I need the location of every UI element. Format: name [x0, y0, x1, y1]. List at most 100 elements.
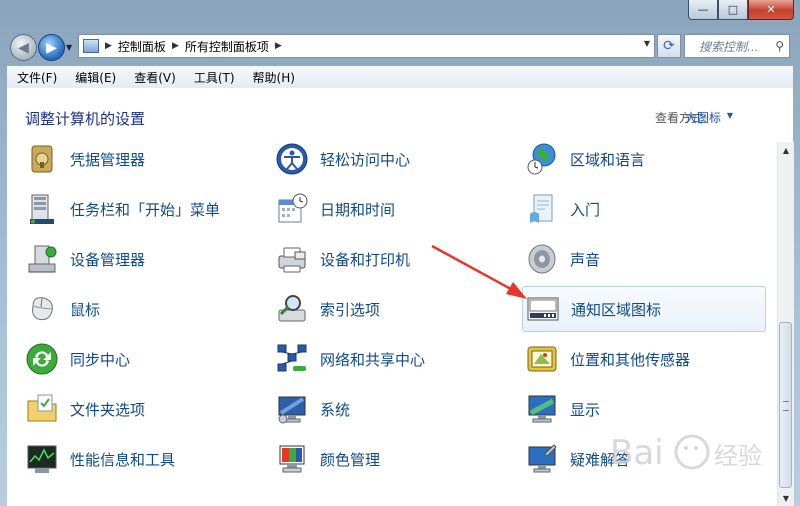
view-by-dropdown[interactable]: 大图标 — [685, 109, 721, 126]
menu-tools[interactable]: 工具(T) — [182, 69, 241, 86]
breadcrumb-separator-icon[interactable]: ▶ — [105, 41, 112, 51]
menu-edit[interactable]: 编辑(E) — [63, 69, 122, 86]
control-panel-item[interactable]: 设备管理器 — [7, 236, 247, 282]
minimize-button[interactable]: — — [688, 0, 718, 20]
control-panel-item-label: 入门 — [570, 200, 601, 219]
svg-text:经验: 经验 — [714, 442, 762, 470]
control-panel-item-label: 索引选项 — [320, 300, 381, 319]
network-icon — [275, 342, 309, 376]
control-panel-item[interactable]: 日期和时间 — [257, 186, 497, 232]
back-button[interactable]: ◀ — [10, 34, 37, 61]
control-panel-item[interactable]: 性能信息和工具 — [7, 436, 247, 482]
system-icon — [275, 392, 309, 426]
location-sensor-icon — [525, 342, 559, 376]
search-placeholder: 搜索控制... — [699, 39, 759, 54]
control-panel-item-label: 网络和共享中心 — [320, 350, 426, 369]
folder-options-icon — [25, 392, 59, 426]
breadcrumb-all-items[interactable]: 所有控制面板项 — [185, 38, 269, 55]
breadcrumb-control-panel[interactable]: 控制面板 — [118, 38, 166, 55]
forward-arrow-icon: ▶ — [46, 39, 57, 56]
baidu-watermark-logo: Bai 经验 — [610, 433, 762, 473]
control-panel-item[interactable]: 通知区域图标 — [522, 286, 766, 332]
control-panel-item-label: 文件夹选项 — [70, 400, 146, 419]
control-panel-item-label: 设备和打印机 — [320, 250, 411, 269]
control-panel-item[interactable]: 设备和打印机 — [257, 236, 497, 282]
control-panel-item-label: 颜色管理 — [320, 450, 381, 469]
control-panel-window: — □ ✕ ◀ ▶ ▼ ▶ 控制面板 ▶ 所有控制面板项 ▶ ▼ ⟳ 搜索控制.… — [0, 0, 800, 506]
device-manager-icon — [25, 242, 59, 276]
display-icon — [525, 392, 559, 426]
control-panel-item-label: 轻松访问中心 — [320, 150, 411, 169]
search-icon[interactable]: ⚲ — [775, 39, 784, 53]
control-panel-item[interactable]: 鼠标 — [7, 286, 247, 332]
control-panel-item[interactable]: 区域和语言 — [507, 142, 747, 182]
breadcrumb-separator-icon[interactable]: ▶ — [275, 41, 282, 51]
printer-icon — [275, 242, 309, 276]
page-title: 调整计算机的设置 — [25, 110, 146, 128]
speaker-icon — [525, 242, 559, 276]
control-panel-item-label: 日期和时间 — [320, 200, 396, 219]
control-panel-item[interactable]: 位置和其他传感器 — [507, 336, 747, 382]
grip-icon — [783, 401, 789, 411]
troubleshooting-icon — [525, 442, 559, 476]
scroll-down-icon[interactable]: ▼ — [778, 490, 794, 506]
forward-button[interactable]: ▶ — [38, 34, 65, 61]
control-panel-item-label: 鼠标 — [70, 300, 101, 319]
control-panel-item-label: 区域和语言 — [570, 150, 646, 169]
control-panel-item[interactable]: 索引选项 — [257, 286, 497, 332]
chevron-down-icon[interactable]: ▼ — [727, 111, 733, 120]
svg-text:Bai: Bai — [610, 433, 664, 473]
taskbar-icon — [25, 192, 59, 226]
scrollbar-thumb[interactable] — [779, 322, 792, 488]
refresh-icon: ⟳ — [663, 38, 675, 54]
close-button[interactable]: ✕ — [748, 0, 794, 20]
control-panel-item-label: 系统 — [320, 400, 351, 419]
control-panel-item[interactable]: 任务栏和「开始」菜单 — [7, 186, 247, 232]
address-dropdown-icon[interactable]: ▼ — [644, 39, 650, 48]
control-panel-item-label: 位置和其他传感器 — [570, 350, 691, 369]
color-management-icon — [275, 442, 309, 476]
recent-pages-dropdown-icon[interactable]: ▼ — [66, 43, 72, 52]
region-language-icon — [525, 142, 559, 176]
control-panel-item[interactable]: 网络和共享中心 — [257, 336, 497, 382]
breadcrumb-separator-icon[interactable]: ▶ — [172, 41, 179, 51]
back-arrow-icon: ◀ — [18, 39, 29, 56]
control-panel-item-label: 声音 — [570, 250, 601, 269]
control-panel-item[interactable]: 声音 — [507, 236, 747, 282]
control-panel-item[interactable]: 同步中心 — [7, 336, 247, 382]
scroll-up-icon[interactable]: ▲ — [778, 142, 794, 158]
address-bar[interactable]: ▶ 控制面板 ▶ 所有控制面板项 ▶ ▼ — [78, 34, 655, 58]
menu-help[interactable]: 帮助(H) — [241, 69, 301, 86]
sync-center-icon — [25, 342, 59, 376]
refresh-button[interactable]: ⟳ — [657, 34, 681, 58]
control-panel-item-label: 通知区域图标 — [571, 300, 662, 319]
control-panel-item[interactable]: 文件夹选项 — [7, 386, 247, 432]
control-panel-item[interactable]: 入门 — [507, 186, 747, 232]
mouse-icon — [25, 292, 59, 326]
notification-area-icon — [526, 292, 560, 326]
credential-manager-icon — [25, 142, 59, 176]
control-panel-item[interactable]: 轻松访问中心 — [257, 142, 497, 182]
index-search-icon — [275, 292, 309, 326]
control-panel-item-label: 设备管理器 — [70, 250, 146, 269]
navigation-bar: ◀ ▶ ▼ ▶ 控制面板 ▶ 所有控制面板项 ▶ ▼ ⟳ 搜索控制... ⚲ — [0, 30, 800, 64]
ease-of-access-icon — [275, 142, 309, 176]
menu-file[interactable]: 文件(F) — [7, 69, 63, 86]
control-panel-item-label: 任务栏和「开始」菜单 — [70, 200, 221, 219]
control-panel-item-label: 凭据管理器 — [70, 150, 146, 169]
date-time-icon — [275, 192, 309, 226]
window-controls: — □ ✕ — [688, 0, 794, 20]
performance-icon — [25, 442, 59, 476]
control-panel-item[interactable]: 凭据管理器 — [7, 142, 247, 182]
control-panel-item[interactable]: 颜色管理 — [257, 436, 497, 482]
title-bar: — □ ✕ — [0, 0, 800, 30]
control-panel-item-label: 同步中心 — [70, 350, 131, 369]
control-panel-item[interactable]: 系统 — [257, 386, 497, 432]
control-panel-item-label: 性能信息和工具 — [70, 450, 176, 469]
control-panel-icon — [83, 39, 99, 53]
search-input[interactable]: 搜索控制... ⚲ — [684, 34, 790, 58]
maximize-button[interactable]: □ — [718, 0, 748, 20]
menu-bar: 文件(F) 编辑(E) 查看(V) 工具(T) 帮助(H) — [7, 66, 793, 89]
menu-view[interactable]: 查看(V) — [122, 69, 182, 86]
getting-started-icon — [525, 192, 559, 226]
